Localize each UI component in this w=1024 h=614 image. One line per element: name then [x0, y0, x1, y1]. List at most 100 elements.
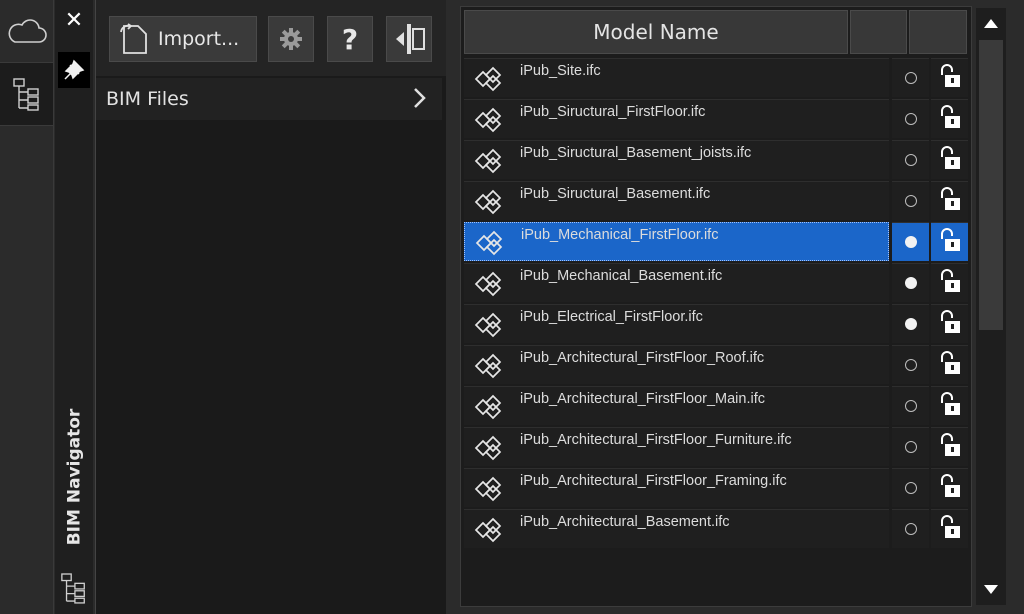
lock-column-header[interactable] [909, 10, 967, 54]
model-icon [472, 269, 506, 303]
visibility-toggle[interactable] [892, 468, 929, 507]
visibility-toggle[interactable] [892, 427, 929, 466]
visibility-toggle[interactable] [892, 263, 929, 302]
model-icon [472, 310, 506, 344]
visibility-dot-icon [904, 72, 917, 84]
model-name-cell[interactable]: iPub_Siructural_Basement.ifc [464, 181, 889, 220]
arrow-down-icon [984, 585, 998, 594]
scroll-up-button[interactable] [976, 8, 1006, 38]
model-name-cell[interactable]: iPub_Mechanical_Basement.ifc [464, 263, 889, 302]
model-name-cell[interactable]: iPub_Architectural_FirstFloor_Furniture.… [464, 427, 889, 466]
visibility-dot-icon [904, 195, 917, 207]
pin-button[interactable] [58, 52, 90, 88]
vertical-scrollbar[interactable] [976, 8, 1006, 605]
toolbar: Import... ? [96, 0, 446, 76]
visibility-toggle[interactable] [892, 99, 929, 138]
visibility-toggle[interactable] [892, 181, 929, 220]
chevron-right-icon [414, 88, 426, 108]
tree-tab[interactable] [0, 63, 53, 126]
model-name-cell[interactable]: iPub_Siructural_FirstFloor.ifc [464, 99, 889, 138]
visibility-dot-icon [904, 236, 917, 248]
visibility-toggle[interactable] [892, 509, 929, 548]
unlock-icon [937, 104, 963, 134]
model-file-name: iPub_Architectural_FirstFloor_Framing.if… [520, 473, 787, 489]
visibility-dot-icon [904, 441, 917, 453]
lock-toggle[interactable] [931, 58, 968, 97]
unlock-icon [937, 63, 963, 93]
model-file-name: iPub_Siructural_FirstFloor.ifc [520, 104, 706, 120]
visibility-toggle[interactable] [892, 222, 929, 261]
tree-bottom-button[interactable] [59, 570, 89, 606]
model-name-cell[interactable]: iPub_Mechanical_FirstFloor.ifc [464, 222, 889, 261]
unlock-icon [937, 145, 963, 175]
pin-icon [64, 59, 85, 80]
unlock-icon [937, 268, 963, 298]
visibility-dot-icon [904, 154, 917, 166]
visibility-toggle[interactable] [892, 304, 929, 343]
model-file-name: iPub_Electrical_FirstFloor.ifc [520, 309, 703, 325]
lock-toggle[interactable] [931, 263, 968, 302]
close-button[interactable]: ✕ [61, 8, 87, 34]
model-name-cell[interactable]: iPub_Architectural_FirstFloor_Roof.ifc [464, 345, 889, 384]
model-file-name: iPub_Architectural_FirstFloor_Furniture.… [520, 432, 792, 448]
model-name-cell[interactable]: iPub_Architectural_FirstFloor_Framing.if… [464, 468, 889, 507]
model-name-cell[interactable]: iPub_Architectural_FirstFloor_Main.ifc [464, 386, 889, 425]
unlock-icon [937, 186, 963, 216]
model-name-header[interactable]: Model Name [464, 10, 848, 54]
model-icon [472, 474, 506, 508]
visibility-toggle[interactable] [892, 345, 929, 384]
settings-button[interactable] [268, 16, 314, 62]
visibility-toggle[interactable] [892, 386, 929, 425]
model-file-name: iPub_Site.ifc [520, 63, 601, 79]
visibility-column-header[interactable] [850, 10, 907, 54]
unlock-icon [937, 391, 963, 421]
lock-toggle[interactable] [931, 181, 968, 220]
bim-files-item[interactable]: BIM Files [96, 78, 442, 120]
navigator-title-text: BIM Navigator [64, 408, 84, 546]
model-icon [472, 105, 506, 139]
lock-toggle[interactable] [931, 427, 968, 466]
lock-toggle[interactable] [931, 140, 968, 179]
visibility-dot-icon [904, 400, 917, 412]
models-area: Model Name iPub_Site.ifc iPub_Siructural_… [447, 0, 1024, 614]
new-file-icon [120, 23, 147, 54]
lock-toggle[interactable] [931, 386, 968, 425]
model-name-cell[interactable]: iPub_Architectural_Basement.ifc [464, 509, 889, 548]
lock-toggle[interactable] [931, 345, 968, 384]
model-icon [472, 392, 506, 426]
model-file-name: iPub_Siructural_Basement_joists.ifc [520, 145, 752, 161]
visibility-dot-icon [904, 359, 917, 371]
model-icon [473, 228, 507, 262]
lock-toggle[interactable] [931, 468, 968, 507]
help-button[interactable]: ? [327, 16, 373, 62]
lock-toggle[interactable] [931, 222, 968, 261]
scroll-thumb[interactable] [979, 40, 1003, 330]
visibility-dot-icon [904, 113, 917, 125]
model-name-cell[interactable]: iPub_Siructural_Basement_joists.ifc [464, 140, 889, 179]
visibility-toggle[interactable] [892, 140, 929, 179]
cloud-tab[interactable] [0, 0, 53, 63]
visibility-toggle[interactable] [892, 58, 929, 97]
unlock-icon [937, 227, 963, 257]
scroll-down-button[interactable] [976, 575, 1006, 605]
unlock-icon [937, 309, 963, 339]
model-name-cell[interactable]: iPub_Electrical_FirstFloor.ifc [464, 304, 889, 343]
model-name-cell[interactable]: iPub_Site.ifc [464, 58, 889, 97]
model-file-name: iPub_Siructural_Basement.ifc [520, 186, 711, 202]
model-file-name: iPub_Architectural_Basement.ifc [520, 514, 730, 530]
unlock-icon [937, 473, 963, 503]
import-button[interactable]: Import... [109, 16, 257, 62]
model-icon [472, 515, 506, 549]
unlock-icon [937, 432, 963, 462]
lock-toggle[interactable] [931, 304, 968, 343]
panel-toggle-icon [396, 24, 425, 54]
toggle-panel-button[interactable] [386, 16, 432, 62]
model-list: Model Name iPub_Site.ifc iPub_Siructural_… [460, 6, 972, 607]
model-file-name: iPub_Mechanical_FirstFloor.ifc [521, 227, 719, 243]
visibility-dot-icon [904, 277, 917, 289]
lock-toggle[interactable] [931, 509, 968, 548]
model-icon [472, 64, 506, 98]
visibility-dot-icon [904, 482, 917, 494]
lock-toggle[interactable] [931, 99, 968, 138]
navigator-title: BIM Navigator [57, 392, 91, 562]
